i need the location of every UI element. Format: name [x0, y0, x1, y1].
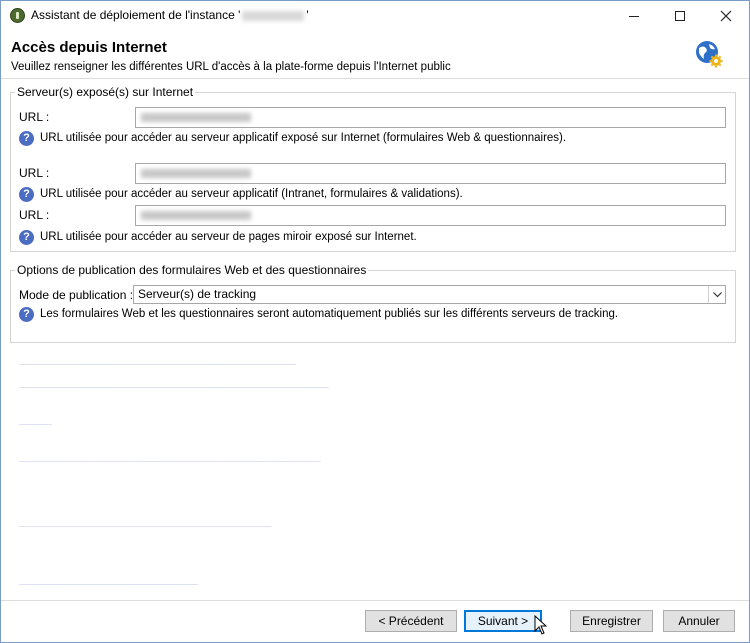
save-button[interactable]: Enregistrer — [570, 610, 653, 632]
url-help-1: URL utilisée pour accéder au serveur app… — [40, 132, 567, 144]
close-icon — [720, 10, 732, 22]
url-help-3: URL utilisée pour accéder au serveur de … — [40, 231, 417, 243]
maximize-button[interactable] — [657, 1, 703, 31]
redacted-url — [141, 113, 251, 122]
publication-help: Les formulaires Web et les questionnaire… — [40, 308, 619, 320]
mouse-cursor-icon — [534, 615, 548, 635]
url-label-3: URL : — [19, 208, 50, 222]
window-title: Assistant de déploiement de l'instance '… — [31, 8, 309, 22]
close-button[interactable] — [703, 1, 749, 31]
title-bar[interactable]: Assistant de déploiement de l'instance '… — [1, 1, 749, 31]
redacted-url — [141, 211, 251, 220]
app-icon — [10, 8, 25, 23]
previous-button[interactable]: < Précédent — [365, 610, 457, 632]
globe-gear-icon — [696, 41, 723, 68]
background-ghost-text: ────────────────────────────────── — [19, 359, 297, 371]
url-help-2: URL utilisée pour accéder au serveur app… — [40, 188, 463, 200]
next-button[interactable]: Suivant > — [464, 610, 542, 632]
page-subtitle: Veuillez renseigner les différentes URL … — [11, 61, 451, 73]
deployment-wizard-window: Assistant de déploiement de l'instance '… — [0, 0, 750, 643]
minimize-button[interactable] — [611, 1, 657, 31]
question-icon: ? — [19, 131, 34, 146]
redacted-instance-name — [242, 10, 305, 21]
page-title: Accès depuis Internet — [11, 39, 167, 56]
url-input-1[interactable] — [135, 107, 726, 128]
exposed-servers-legend: Serveur(s) exposé(s) sur Internet — [17, 85, 194, 99]
maximize-icon — [675, 11, 685, 21]
redacted-url — [141, 169, 251, 178]
question-icon: ? — [19, 187, 34, 202]
url-input-2[interactable] — [135, 163, 726, 184]
cancel-button[interactable]: Annuler — [663, 610, 735, 632]
background-ghost-text: ────────────────────── — [19, 579, 199, 591]
wizard-header: Accès depuis Internet Veuillez renseigne… — [1, 31, 749, 79]
wizard-footer: < Précédent Suivant > Enregistrer Annule… — [1, 600, 749, 642]
background-ghost-text: ────────────────────────────────────── — [19, 382, 329, 394]
background-ghost-text: ─────────────────────────────── — [19, 521, 272, 533]
background-ghost-text: ──── — [19, 419, 52, 431]
publication-options-legend: Options de publication des formulaires W… — [17, 263, 367, 277]
publication-mode-value: Serveur(s) de tracking — [138, 287, 257, 301]
url-label-2: URL : — [19, 166, 50, 180]
background-ghost-text: ───────────────────────────────────── — [19, 456, 321, 468]
publication-mode-label: Mode de publication : — [19, 288, 134, 302]
question-icon: ? — [19, 230, 34, 245]
url-label-1: URL : — [19, 110, 50, 124]
url-input-3[interactable] — [135, 205, 726, 226]
minimize-icon — [629, 15, 639, 17]
publication-mode-select[interactable]: Serveur(s) de tracking — [133, 285, 726, 304]
question-icon: ? — [19, 307, 34, 322]
chevron-down-icon[interactable] — [708, 286, 725, 303]
